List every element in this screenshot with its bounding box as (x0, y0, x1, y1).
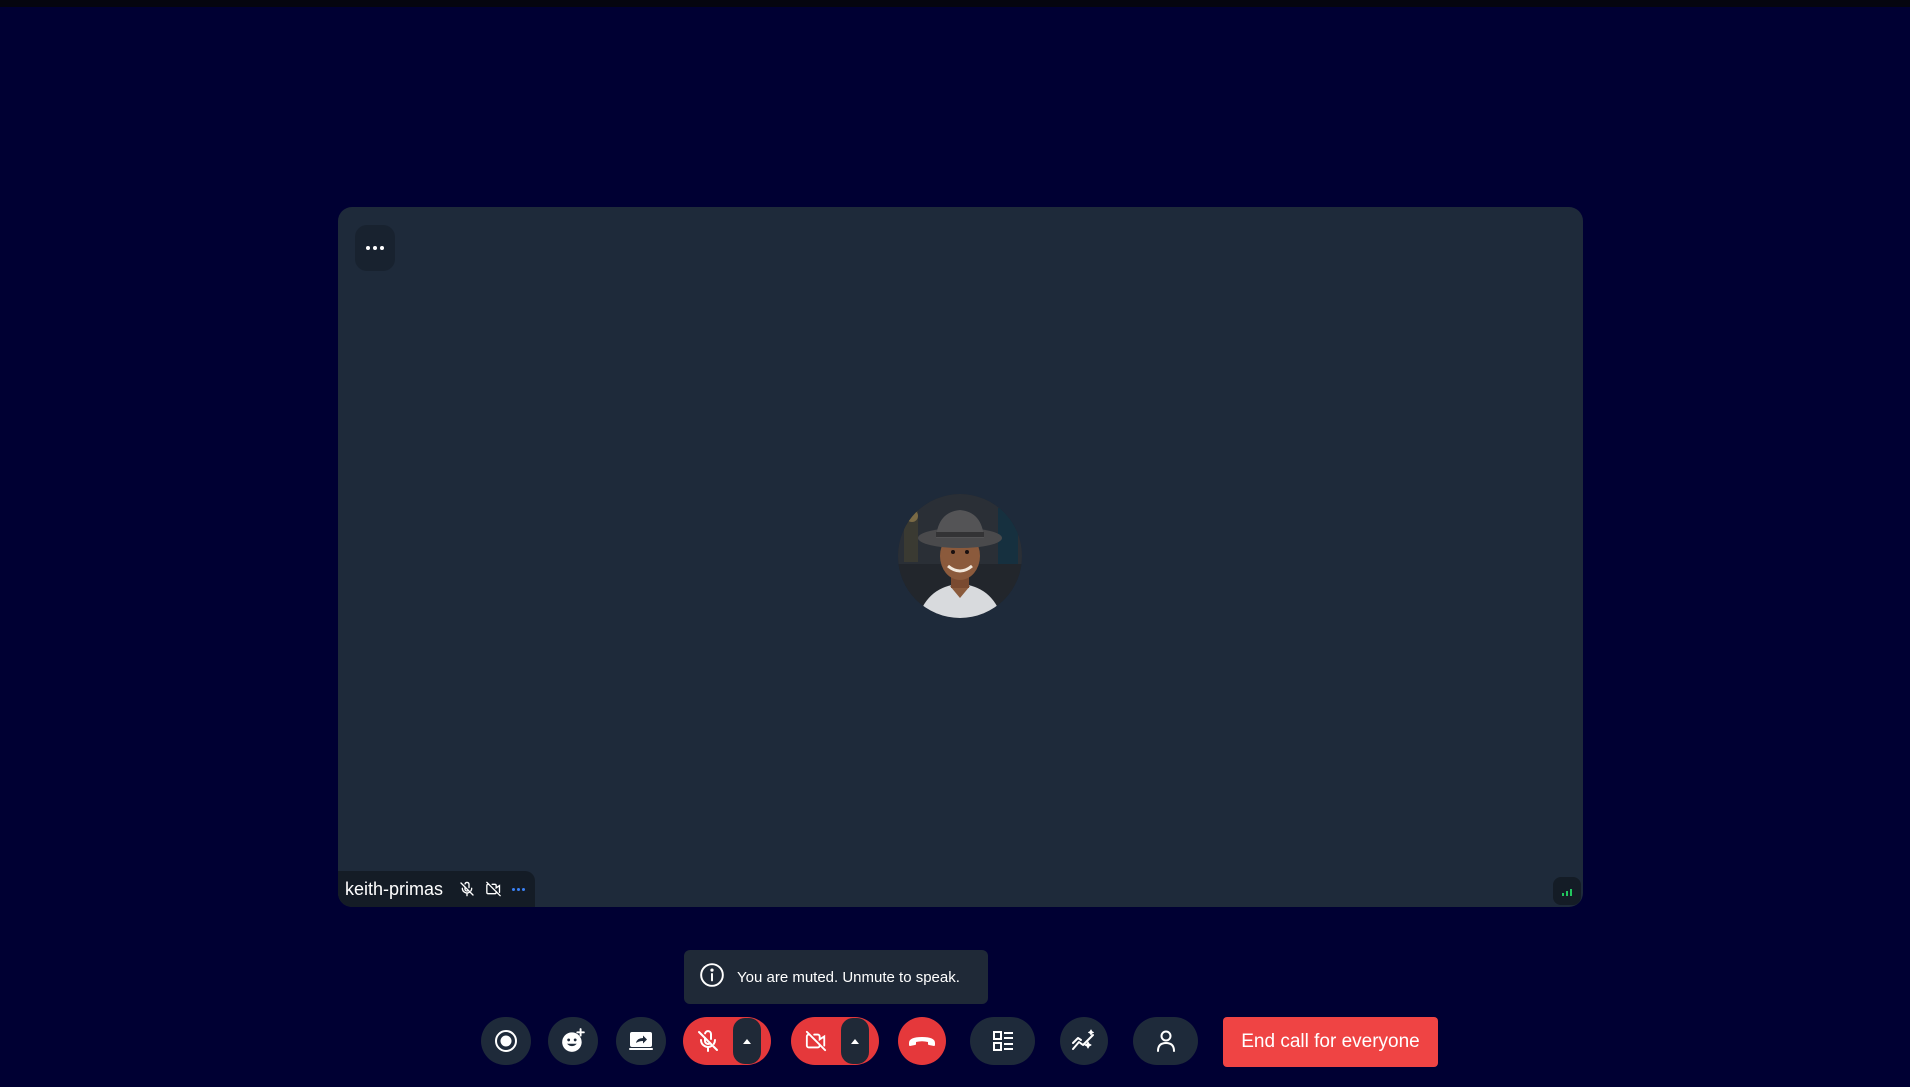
mic-off-icon (459, 881, 475, 897)
sparkles-icon (1072, 1029, 1094, 1050)
avatar-photo (898, 494, 1022, 618)
record-button[interactable] (481, 1017, 531, 1065)
layout-icon (992, 1031, 1013, 1051)
unmute-button[interactable] (683, 1017, 733, 1065)
top-strip (0, 0, 1910, 7)
person-icon (1156, 1030, 1175, 1052)
participant-name: keith-primas (345, 878, 444, 899)
camera-options-button[interactable] (841, 1018, 869, 1064)
participant-video-tile: keith-primas (338, 207, 1583, 907)
caret-up-icon (851, 1039, 859, 1044)
camera-control (791, 1017, 879, 1065)
effects-button[interactable] (1060, 1017, 1108, 1065)
info-icon (699, 962, 725, 993)
participant-avatar (898, 494, 1022, 618)
microphone-control (683, 1017, 771, 1065)
video-off-icon (805, 1030, 827, 1052)
video-off-icon (485, 881, 502, 897)
muted-toast: You are muted. Unmute to speak. (684, 950, 988, 1004)
participant-more-button[interactable] (512, 887, 526, 891)
layout-button[interactable] (970, 1017, 1035, 1065)
toast-message: You are muted. Unmute to speak. (737, 968, 960, 986)
hang-up-icon (909, 1037, 935, 1046)
emoji-icon (562, 1028, 585, 1052)
share-screen-button[interactable] (616, 1017, 666, 1065)
record-icon (495, 1030, 517, 1052)
caret-up-icon (743, 1039, 751, 1044)
participants-button[interactable] (1133, 1017, 1198, 1065)
microphone-options-button[interactable] (733, 1018, 761, 1064)
participant-name-tag: keith-primas (338, 871, 536, 907)
tile-options-button[interactable] (355, 225, 395, 271)
more-horizontal-icon (366, 246, 384, 250)
signal-bars-icon (1553, 877, 1581, 905)
leave-call-button[interactable] (898, 1017, 946, 1065)
end-call-for-everyone-button[interactable]: End call for everyone (1223, 1017, 1438, 1067)
mic-off-icon (698, 1030, 718, 1052)
call-controls-bar: End call for everyone (0, 1017, 1910, 1067)
turn-on-camera-button[interactable] (791, 1017, 841, 1065)
reactions-button[interactable] (548, 1017, 598, 1065)
screen-share-icon (629, 1032, 653, 1050)
